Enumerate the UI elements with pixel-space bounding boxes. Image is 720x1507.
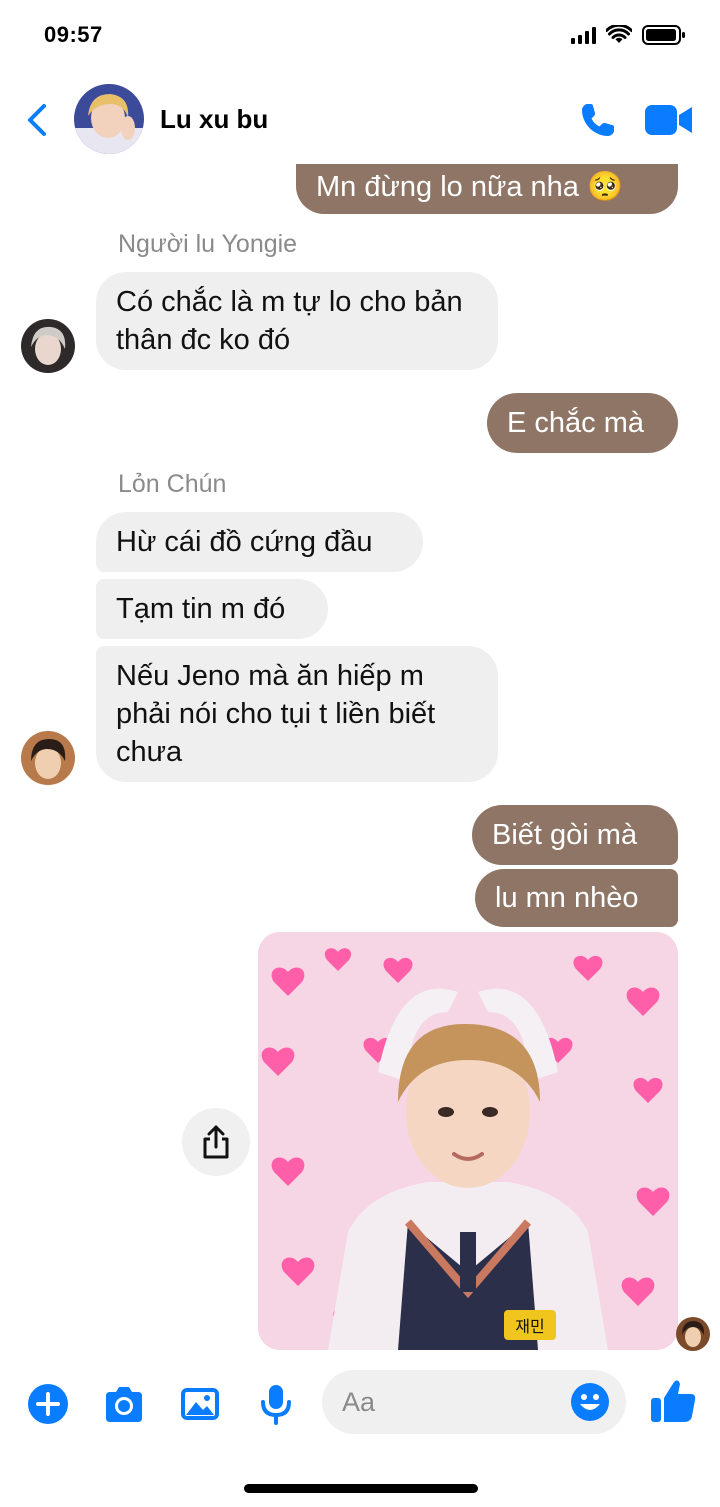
message-thread: Mn đừng lo nữa nha 🥺 Người lu Yongie Có … — [0, 164, 720, 1360]
sender-avatar[interactable] — [21, 319, 75, 373]
message-bubble-outgoing[interactable]: Biết gòi mà — [472, 805, 678, 865]
message-text: E chắc mà — [507, 407, 644, 439]
message-bubble-incoming[interactable]: Có chắc là m tự lo cho bản thân đc ko đó — [96, 272, 498, 370]
message-text: lu mn nhèo — [495, 882, 639, 914]
sender-name: Lỏn Chún — [118, 470, 227, 498]
conversation-title[interactable]: Lu xu bu — [160, 104, 268, 135]
seen-receipt-avatar — [676, 1317, 710, 1351]
plus-icon[interactable] — [26, 1382, 70, 1426]
message-bubble-incoming[interactable]: Hừ cái đồ cứng đầu — [96, 512, 423, 572]
microphone-icon[interactable] — [254, 1382, 298, 1426]
message-bubble-outgoing[interactable]: E chắc mà — [487, 393, 678, 453]
message-bubble-incoming[interactable]: Nếu Jeno mà ăn hiếp m phải nói cho tụi t… — [96, 646, 498, 782]
message-input[interactable] — [342, 1384, 562, 1420]
camera-icon[interactable] — [102, 1382, 146, 1426]
status-icons — [571, 24, 686, 46]
phone-icon[interactable] — [578, 100, 618, 140]
video-camera-icon[interactable] — [644, 102, 694, 138]
message-text: Mn đừng lo nữa nha 🥺 — [316, 171, 624, 203]
share-button[interactable] — [182, 1108, 250, 1176]
cellular-signal-icon — [571, 26, 596, 44]
image-icon[interactable] — [178, 1382, 222, 1426]
message-text: Nếu Jeno mà ăn hiếp m phải nói cho tụi t… — [116, 660, 436, 768]
sender-avatar[interactable] — [21, 731, 75, 785]
message-text: Có chắc là m tự lo cho bản thân đc ko đó — [116, 286, 463, 356]
wifi-icon — [606, 25, 632, 43]
shared-photo[interactable]: 재민 — [258, 932, 678, 1350]
message-bubble-incoming[interactable]: Tạm tin m đó — [96, 579, 328, 639]
conversation-header: Lu xu bu — [0, 78, 720, 164]
message-bubble-outgoing[interactable]: Mn đừng lo nữa nha 🥺 — [296, 164, 678, 214]
composer-bar — [0, 1360, 720, 1450]
message-bubble-outgoing[interactable]: lu mn nhèo — [475, 869, 678, 927]
sender-name: Người lu Yongie — [118, 230, 298, 258]
message-text: Tạm tin m đó — [116, 593, 286, 625]
message-text: Biết gòi mà — [492, 819, 638, 851]
name-badge-text: 재민 — [515, 1317, 544, 1336]
status-time: 09:57 — [44, 22, 103, 47]
message-text: Hừ cái đồ cứng đầu — [116, 526, 373, 558]
conversation-avatar[interactable] — [74, 84, 144, 154]
battery-icon — [642, 25, 685, 45]
emoji-icon[interactable] — [570, 1382, 610, 1422]
status-bar: 09:57 — [0, 0, 720, 72]
back-chevron-icon[interactable] — [22, 100, 54, 140]
thumbs-up-icon[interactable] — [648, 1376, 698, 1426]
message-input-container[interactable] — [322, 1370, 626, 1434]
share-icon — [203, 1125, 229, 1159]
home-indicator[interactable] — [244, 1484, 478, 1493]
